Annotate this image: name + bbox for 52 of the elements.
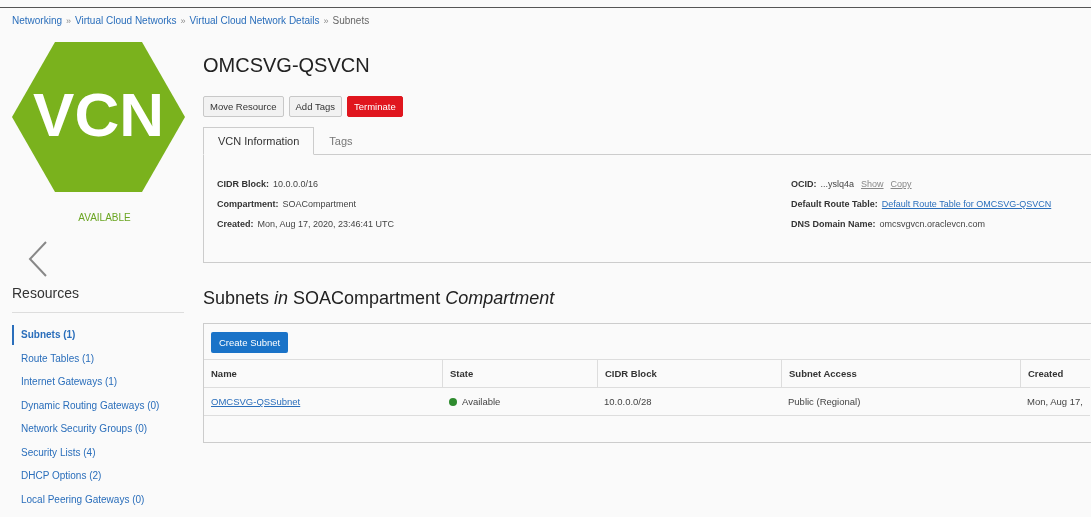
field-value: ...yslq4a	[820, 179, 855, 189]
field-label: OCID:	[791, 179, 817, 189]
field-value: SOACompartment	[282, 199, 357, 209]
column-header: Name	[204, 359, 442, 388]
breadcrumb-link[interactable]: Virtual Cloud Networks	[75, 15, 177, 26]
resource-link[interactable]: Internet Gateways (1)	[12, 372, 118, 392]
table-cell: Mon, Aug 17,	[1027, 396, 1083, 407]
column-header: Created	[1020, 359, 1090, 388]
field-label: Created:	[217, 219, 254, 229]
table-cell: Available	[462, 396, 501, 407]
breadcrumb-link[interactable]: Virtual Cloud Network Details	[189, 15, 320, 26]
action-button[interactable]: Move Resource	[203, 96, 284, 117]
section-heading: Subnets in SOACompartment Compartment	[203, 288, 556, 309]
chevron-left-icon[interactable]	[28, 241, 48, 277]
field-value: 10.0.0.0/16	[273, 179, 319, 189]
action-button[interactable]: Add Tags	[288, 96, 342, 117]
field-label: Default Route Table:	[791, 199, 878, 209]
terminate-button[interactable]: Terminate	[347, 96, 403, 117]
table-cell: 10.0.0.0/28	[604, 396, 652, 407]
logo-text: VCN	[32, 84, 165, 146]
column-header: CIDR Block	[597, 359, 781, 388]
field-label: CIDR Block:	[217, 179, 269, 189]
breadcrumb-separator: »	[180, 15, 186, 26]
tab[interactable]: Tags	[314, 127, 368, 155]
ocid-action-link[interactable]: Show	[861, 179, 884, 189]
status-label: AVAILABLE	[78, 212, 131, 223]
resource-link[interactable]: Route Tables (1)	[12, 348, 95, 369]
resource-link[interactable]: Security Lists (4)	[12, 442, 96, 463]
field-label: DNS Domain Name:	[791, 219, 876, 229]
table-cell: Public (Regional)	[788, 396, 861, 407]
subnet-link[interactable]: OMCSVG-QSSubnet	[211, 396, 301, 407]
field-value: omcsvgvcn.oraclevcn.com	[879, 219, 986, 229]
resource-link[interactable]: DHCP Options (2)	[12, 466, 102, 486]
hexagon-icon	[12, 42, 185, 192]
route-table-link[interactable]: Default Route Table for OMCSVG-QSVCN	[881, 199, 1052, 209]
column-header: Subnet Access	[781, 359, 1020, 388]
breadcrumb-separator: »	[66, 15, 72, 26]
column-header: State	[442, 359, 597, 388]
resource-link[interactable]: Network Security Groups (0)	[12, 419, 148, 439]
resource-link[interactable]: Dynamic Routing Gateways (0)	[12, 395, 160, 416]
field-value: Mon, Aug 17, 2020, 23:46:41 UTC	[257, 219, 395, 229]
create-subnet-button[interactable]: Create Subnet	[211, 332, 289, 353]
ocid-action-link[interactable]: Copy	[890, 179, 912, 189]
breadcrumb-current: Subnets	[332, 15, 370, 26]
resource-link[interactable]: Local Peering Gateways (0)	[12, 489, 145, 510]
breadcrumb-separator: »	[323, 15, 329, 26]
page-title: OMCSVG-QSVCN	[203, 54, 371, 77]
field-label: Compartment:	[217, 199, 279, 209]
breadcrumb-link[interactable]: Networking	[12, 15, 63, 26]
resources-title: Resources	[12, 285, 184, 313]
resource-link[interactable]: Subnets (1)	[12, 325, 76, 345]
tab[interactable]: VCN Information	[203, 127, 315, 155]
